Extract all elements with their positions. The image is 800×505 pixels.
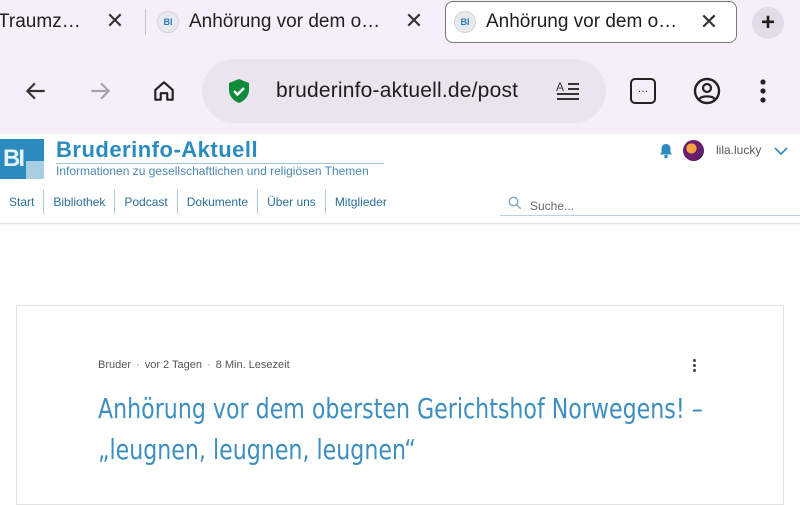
avatar[interactable] <box>683 140 704 161</box>
url-text[interactable]: bruderinfo-aktuell.de/post <box>276 79 538 103</box>
post-title-line: Anhörung vor dem obersten Gerichtshof No… <box>98 392 703 425</box>
search-icon <box>508 196 522 215</box>
nav-item-dokumente[interactable]: Dokumente <box>178 190 259 214</box>
close-icon[interactable]: ✕ <box>403 10 425 32</box>
post-card: Bruder · vor 2 Tagen · 8 Min. Lesezeit A… <box>16 305 784 505</box>
favicon-icon: BI <box>157 11 179 33</box>
post-author[interactable]: Bruder <box>98 359 131 371</box>
post-title: Anhörung vor dem obersten Gerichtshof No… <box>98 388 722 470</box>
arrow-left-icon[interactable] <box>20 75 52 107</box>
post-meta: Bruder · vor 2 Tagen · 8 Min. Lesezeit <box>98 359 290 371</box>
nav-item-podcast[interactable]: Podcast <box>115 190 178 214</box>
tab-title: Traumz… <box>0 11 81 32</box>
home-icon[interactable] <box>148 75 180 107</box>
nav-item-mitglieder[interactable]: Mitglieder <box>326 190 396 214</box>
more-vertical-icon[interactable] <box>687 358 701 374</box>
post-reading-time: 8 Min. Lesezeit <box>215 359 290 371</box>
chevron-down-icon[interactable] <box>774 143 788 161</box>
tab-1[interactable]: Traumz… ✕ <box>0 1 140 43</box>
close-icon[interactable]: ✕ <box>104 10 126 32</box>
address-bar[interactable]: bruderinfo-aktuell.de/post A <box>202 59 606 123</box>
bell-icon[interactable] <box>658 143 674 164</box>
meta-separator: · <box>207 359 211 371</box>
search-placeholder: Suche... <box>530 199 575 213</box>
arrow-right-icon[interactable] <box>84 75 116 107</box>
tab-divider <box>145 9 146 35</box>
new-tab-button[interactable]: + <box>752 7 784 39</box>
browser-toolbar: bruderinfo-aktuell.de/post A … <box>0 48 800 134</box>
nav-item-ueber-uns[interactable]: Über uns <box>258 190 326 214</box>
search-input[interactable]: Suche... <box>500 192 800 216</box>
site-tagline: Informationen zu gesellschaftlichen und … <box>56 164 369 178</box>
nav-item-bibliothek[interactable]: Bibliothek <box>44 190 116 214</box>
tab-3-active[interactable]: BI Anhörung vor dem o… ✕ <box>445 1 737 43</box>
post-date: vor 2 Tagen <box>144 359 202 371</box>
browser-tab-bar: Traumz… ✕ BI Anhörung vor dem o… ✕ BI An… <box>0 0 800 48</box>
close-icon[interactable]: ✕ <box>698 11 720 33</box>
account-icon[interactable] <box>691 75 723 107</box>
web-page: BI Bruderinfo-Aktuell Informationen zu g… <box>0 134 800 505</box>
site-logo[interactable]: BI <box>0 139 44 179</box>
tab-2[interactable]: BI Anhörung vor dem o… ✕ <box>157 1 439 43</box>
reader-mode-icon[interactable]: A <box>552 75 584 107</box>
favicon-icon: BI <box>454 11 476 33</box>
site-title[interactable]: Bruderinfo-Aktuell <box>56 137 258 163</box>
more-vertical-icon[interactable] <box>747 75 779 107</box>
tab-title: Anhörung vor dem o… <box>486 11 678 32</box>
site-header: BI Bruderinfo-Aktuell Informationen zu g… <box>0 134 800 224</box>
shield-check-icon[interactable] <box>223 75 255 107</box>
meta-separator: · <box>136 359 140 371</box>
svg-text:A: A <box>556 80 564 94</box>
username[interactable]: lila.lucky <box>716 143 761 157</box>
post-title-line: „leugnen, leugnen, leugnen“ <box>98 433 416 466</box>
site-nav: Start Bibliothek Podcast Dokumente Über … <box>0 190 396 218</box>
tab-title: Anhörung vor dem o… <box>189 11 381 32</box>
tab-switcher-icon[interactable]: … <box>627 75 659 107</box>
nav-item-start[interactable]: Start <box>0 190 45 214</box>
